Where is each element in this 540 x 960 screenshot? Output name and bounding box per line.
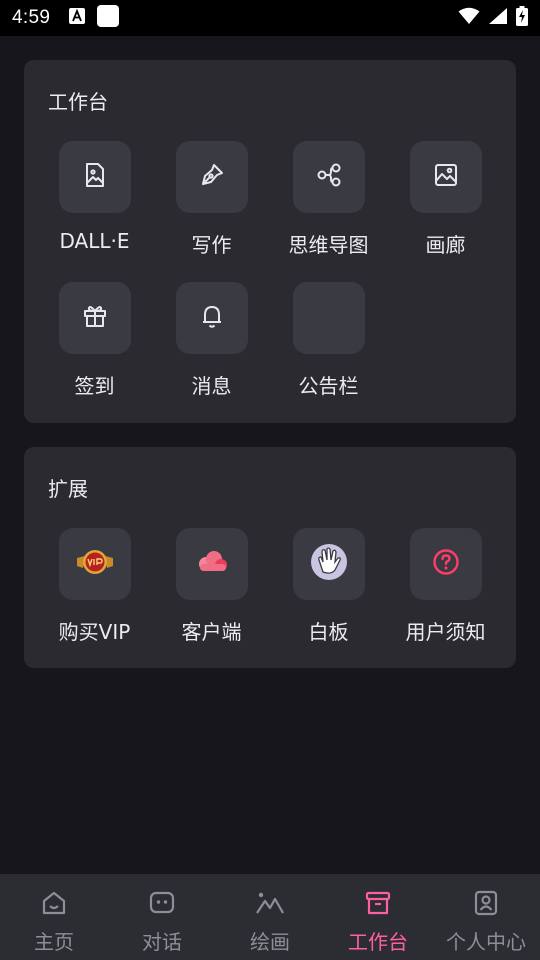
tile-user-notice[interactable]: 用户须知 [387, 528, 504, 668]
tile-writing[interactable]: 写作 [153, 141, 270, 281]
chat-icon [148, 890, 176, 920]
nav-label: 对话 [142, 930, 182, 954]
tile-dalle[interactable]: DALL·E [36, 141, 153, 281]
tile-icon-box [175, 282, 248, 354]
nav-chat[interactable]: 对话 [108, 874, 216, 960]
battery-icon [516, 6, 528, 30]
tile-icon-box [58, 141, 131, 213]
bell-icon [198, 302, 226, 334]
image-icon [82, 162, 108, 192]
tile-icon-box [175, 528, 248, 600]
user-icon [472, 890, 500, 920]
nav-label: 主页 [34, 930, 74, 954]
nav-workbench[interactable]: 工作台 [324, 874, 432, 960]
home-icon [40, 890, 68, 920]
tile-messages[interactable]: 消息 [153, 282, 270, 422]
extensions-title: 扩展 [48, 477, 88, 501]
tile-gallery[interactable]: 画廊 [387, 141, 504, 281]
cloud-icon [194, 549, 230, 579]
archive-icon [364, 890, 392, 920]
nav-label: 绘画 [250, 930, 290, 954]
gallery-icon [433, 162, 459, 192]
nav-label: 工作台 [348, 930, 408, 954]
tile-label: DALL·E [59, 229, 130, 253]
workbench-card: 工作台 DALL·E 写作 思维导图 画廊 签到 消息 公告栏 [24, 60, 516, 423]
nav-drawing[interactable]: 绘画 [216, 874, 324, 960]
tile-icon-box [409, 141, 482, 213]
tile-label: 公告栏 [298, 374, 359, 398]
tile-label: 签到 [74, 374, 115, 398]
tile-label: 客户端 [181, 620, 242, 644]
tile-label: 消息 [191, 374, 232, 398]
tile-icon-box [58, 528, 131, 600]
tile-checkin[interactable]: 签到 [36, 282, 153, 422]
notification-a-icon [68, 7, 86, 29]
status-time: 4:59 [12, 7, 51, 28]
tile-label: 购买VIP [58, 620, 131, 644]
tile-icon-box [292, 528, 365, 600]
gift-icon [81, 302, 109, 334]
tile-icon-box [175, 141, 248, 213]
nav-label: 个人中心 [446, 930, 526, 954]
nav-home[interactable]: 主页 [0, 874, 108, 960]
tile-label: 白板 [308, 620, 349, 644]
signal-icon [488, 7, 508, 29]
tile-icon-box [409, 528, 482, 600]
tile-buy-vip[interactable]: 购买VIP [36, 528, 153, 668]
tile-label: 写作 [191, 233, 232, 257]
pen-icon [198, 161, 226, 193]
tile-whiteboard[interactable]: 白板 [270, 528, 387, 668]
tile-mindmap[interactable]: 思维导图 [270, 141, 387, 281]
question-circle-icon [432, 548, 460, 580]
extensions-card: 扩展 购买VIP 客户端 白板 用户须知 [24, 447, 516, 668]
tile-client[interactable]: 客户端 [153, 528, 270, 668]
mindmap-icon [315, 161, 343, 193]
nav-profile[interactable]: 个人中心 [432, 874, 540, 960]
workbench-title: 工作台 [48, 90, 108, 114]
status-bar: 4:59 [0, 0, 540, 36]
tile-icon-box [58, 282, 131, 354]
tile-bulletin[interactable]: 公告栏 [270, 282, 387, 422]
mountain-icon [255, 890, 285, 920]
tile-icon-box [292, 282, 365, 354]
wifi-icon [458, 7, 480, 29]
hand-wave-icon [309, 542, 349, 586]
bottom-nav: 主页 对话 绘画 工作台 个人中心 [0, 874, 540, 960]
tile-label: 画廊 [425, 233, 466, 257]
notification-square-icon [96, 4, 120, 32]
tile-icon-box [292, 141, 365, 213]
tile-label: 思维导图 [288, 233, 369, 257]
tile-label: 用户须知 [405, 620, 486, 644]
vip-badge-icon [75, 546, 115, 582]
